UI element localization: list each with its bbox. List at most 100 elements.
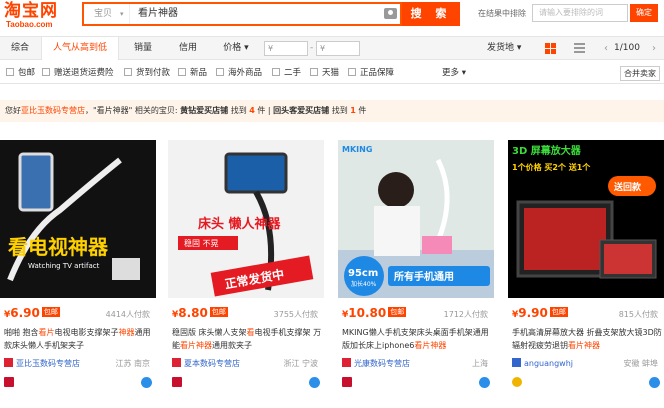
- tab-default[interactable]: 综合: [0, 37, 40, 60]
- checkbox[interactable]: [178, 68, 186, 76]
- filter-overseas[interactable]: 海外商品: [216, 62, 262, 84]
- notice-text: 您好: [5, 106, 21, 115]
- tab-credit[interactable]: 信用: [168, 37, 208, 60]
- shop-name: 光康数码专营店: [354, 359, 410, 368]
- product-title[interactable]: MKING懒人手机支架床头桌面手机架通用版加长床上iphone6看片神器: [342, 326, 492, 352]
- filter-new[interactable]: 新品: [178, 62, 207, 84]
- tab-sales[interactable]: 销量: [123, 37, 163, 60]
- tmall-badge-icon[interactable]: [342, 377, 352, 387]
- notice-shop-link[interactable]: 亚比玉数码专营店: [21, 106, 85, 115]
- taobao-logo[interactable]: 淘宝网: [4, 2, 58, 20]
- banner-sub-text: Watching TV artifact: [28, 262, 100, 270]
- tab-price[interactable]: 价格 ▾: [216, 37, 256, 60]
- product-title[interactable]: 稳固版 床头懒人支架看电视手机支撑架 万能看片神器通用款夹子: [172, 326, 322, 352]
- paid-count: 815人付款: [618, 310, 658, 319]
- shop-link[interactable]: 夏本数码专营店: [172, 358, 240, 369]
- product-title[interactable]: 啪啪 抱含看片电视电影支撑架子神器通用款床头懒人手机架夹子: [4, 326, 154, 352]
- filter-return-insurance[interactable]: 赠送退货运费险: [42, 62, 114, 84]
- notice-yellow-diamond-link[interactable]: 黄钻爱买店铺: [180, 106, 228, 115]
- checkbox[interactable]: [6, 68, 14, 76]
- filter-label: 货到付款: [136, 68, 171, 78]
- camera-icon[interactable]: [384, 8, 397, 19]
- product-price: ¥10.80 包邮: [342, 306, 407, 322]
- wangwang-chat-icon[interactable]: [309, 377, 320, 388]
- banner-badge-text: 送回款: [613, 181, 642, 193]
- wangwang-chat-icon[interactable]: [649, 377, 660, 388]
- notice-text: 找到: [331, 106, 348, 115]
- title-part: 啪啪 抱含: [4, 328, 39, 337]
- search-button[interactable]: 搜 索: [402, 2, 460, 26]
- title-part: 稳固版 床头懒人支架: [172, 328, 247, 337]
- checkbox[interactable]: [310, 68, 318, 76]
- prev-page-icon[interactable]: ‹: [604, 37, 608, 60]
- price-value: 9.90: [518, 306, 548, 320]
- checkbox[interactable]: [272, 68, 280, 76]
- product-card[interactable]: MKING 95cm 加长40% 所有手机通用 ¥10.80 包邮 1712人付款…: [338, 140, 494, 408]
- exclude-confirm-button[interactable]: 确定: [630, 4, 658, 22]
- shop-link[interactable]: 亚比玉数码专营店: [4, 358, 80, 369]
- ship-from-label: 发货地: [487, 43, 515, 53]
- shop-icon: [512, 358, 521, 367]
- shop-link[interactable]: anguangwhj: [512, 358, 573, 369]
- product-card[interactable]: 床头 懒人神器 稳固 不晃 正常发货中 ¥8.80 包邮 3755人付款 稳固版 …: [168, 140, 324, 408]
- title-highlight: 看片: [38, 328, 55, 337]
- shop-link[interactable]: 光康数码专营店: [342, 358, 410, 369]
- banner-brand: MKING: [342, 145, 372, 154]
- search-input[interactable]: 看片神器: [138, 4, 178, 24]
- shop-icon: [172, 358, 181, 367]
- price-min-input[interactable]: ¥: [264, 41, 308, 56]
- filter-bar: 包邮 赠送退货运费险 货到付款 新品 海外商品 二手 天猫 正品保障 更多 ▾ …: [0, 62, 664, 84]
- filter-genuine[interactable]: 正品保障: [348, 62, 394, 84]
- merge-sellers-button[interactable]: 合并卖家: [620, 66, 660, 81]
- filter-label: 赠送退货运费险: [54, 68, 114, 78]
- notice-returning-link[interactable]: 回头客爱买店铺: [273, 106, 329, 115]
- price-dash: -: [310, 43, 314, 53]
- grid-view-icon[interactable]: [545, 43, 556, 54]
- product-image[interactable]: MKING 95cm 加长40% 所有手机通用: [338, 140, 494, 298]
- product-image[interactable]: 3D 屏幕放大器 1个价格 买2个 送1个 送回款: [508, 140, 664, 298]
- product-title[interactable]: 手机高清屏幕放大器 折叠支架放大镜3D防辐射视疲劳退钥看片神器: [512, 326, 662, 352]
- tab-popularity[interactable]: 人气从高到低: [41, 37, 119, 60]
- location: 浙江 宁波: [283, 359, 318, 368]
- checkbox[interactable]: [348, 68, 356, 76]
- seller-rank-icon[interactable]: [512, 377, 522, 387]
- tmall-badge-icon[interactable]: [172, 377, 182, 387]
- filter-tmall[interactable]: 天猫: [310, 62, 339, 84]
- taobao-logo-sub: Taobao.com: [6, 20, 53, 29]
- ship-from-select[interactable]: 发货地 ▾: [487, 37, 521, 60]
- paid-count: 1712人付款: [443, 310, 488, 319]
- checkbox[interactable]: [124, 68, 132, 76]
- filter-more[interactable]: 更多 ▾: [442, 62, 466, 84]
- product-card[interactable]: 看电视神器 Watching TV artifact ¥6.90 包邮 4414人…: [0, 140, 156, 408]
- free-shipping-badge: 包邮: [41, 307, 60, 317]
- wangwang-chat-icon[interactable]: [141, 377, 152, 388]
- banner-text: 床头 懒人神器: [198, 216, 282, 232]
- checkbox[interactable]: [42, 68, 50, 76]
- price-max-input[interactable]: ¥: [316, 41, 360, 56]
- filter-cod[interactable]: 货到付款: [124, 62, 170, 84]
- banner-text: 3D 屏幕放大器: [512, 144, 582, 157]
- exclude-input[interactable]: 请输入要排除的词: [532, 4, 628, 22]
- product-card[interactable]: 3D 屏幕放大器 1个价格 买2个 送1个 送回款 ¥9.90 包邮 815人付款…: [508, 140, 664, 408]
- title-highlight: 看片神器: [414, 341, 447, 350]
- location: 江苏 南京: [115, 359, 150, 368]
- shop-name: 夏本数码专营店: [184, 359, 240, 368]
- filter-secondhand[interactable]: 二手: [272, 62, 301, 84]
- paid-count: 3755人付款: [273, 310, 318, 319]
- product-image[interactable]: 床头 懒人神器 稳固 不晃 正常发货中: [168, 140, 324, 298]
- next-page-icon[interactable]: ›: [652, 37, 656, 60]
- filter-label: 包邮: [18, 68, 36, 78]
- filter-label: 新品: [190, 68, 208, 78]
- banner-text: 看电视神器: [8, 235, 109, 259]
- banner-sub-text: 1个价格 买2个 送1个: [512, 162, 591, 172]
- product-image[interactable]: 看电视神器 Watching TV artifact: [0, 140, 156, 298]
- header: 淘宝网 Taobao.com 宝贝 ▾ 看片神器 搜 索 在结果中排除 请输入要…: [0, 0, 664, 33]
- tmall-badge-icon[interactable]: [4, 377, 14, 387]
- paid-count: 4414人付款: [105, 310, 150, 319]
- free-shipping-badge: 包邮: [209, 307, 228, 317]
- filter-free-shipping[interactable]: 包邮: [6, 62, 35, 84]
- wangwang-chat-icon[interactable]: [479, 377, 490, 388]
- checkbox[interactable]: [216, 68, 224, 76]
- notice-text: 件: [257, 106, 266, 115]
- list-view-icon[interactable]: [574, 43, 585, 54]
